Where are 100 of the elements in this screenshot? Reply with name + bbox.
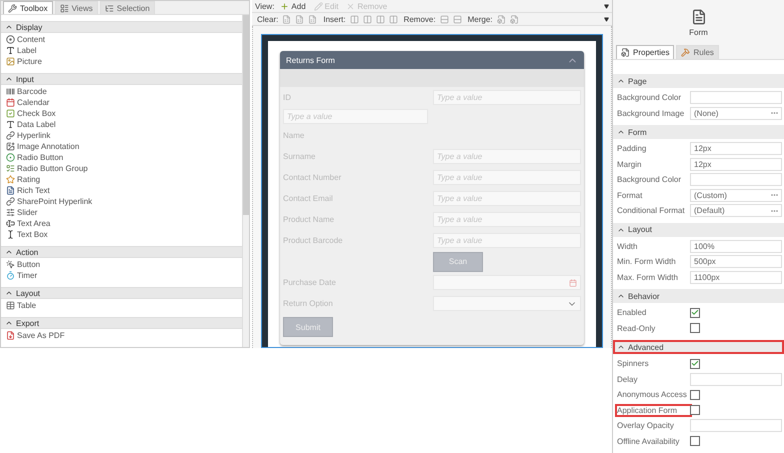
ellipsis-icon[interactable] (771, 210, 778, 212)
section-header[interactable]: Layout (613, 222, 784, 236)
dropdown-icon[interactable] (604, 16, 609, 22)
table-tool-icon[interactable] (282, 14, 292, 24)
section-header[interactable]: Action (1, 246, 242, 258)
property-label: Max. Form Width (617, 272, 679, 282)
toolbar-button[interactable]: Add (278, 2, 308, 10)
property-label: Overlay Opacity (617, 421, 675, 430)
toolbox-item[interactable]: Data Label (6, 119, 242, 130)
property-field[interactable] (690, 173, 782, 186)
toolbox-item[interactable]: Save As PDF (6, 330, 242, 341)
property-field[interactable]: 12px (690, 142, 782, 156)
panel-tab[interactable]: Rules (676, 45, 719, 59)
checkbox-icon (6, 109, 15, 118)
toolbox-item[interactable]: Label (6, 45, 242, 56)
property-label: Background Color (617, 93, 682, 102)
toolbox-item[interactable]: Timer (6, 270, 242, 281)
section-header[interactable]: Page (613, 74, 784, 88)
toolbox-item[interactable]: Image Annotation (6, 141, 242, 152)
dropdown-field[interactable] (433, 296, 581, 311)
section-title: Action (16, 248, 38, 256)
ellipsis-icon[interactable] (771, 112, 778, 114)
toolbar-label: View: (255, 2, 274, 10)
list-icon (6, 164, 15, 173)
toolbox-item[interactable]: Radio Button (6, 152, 242, 163)
section-title: Input (16, 74, 34, 84)
property-field[interactable] (690, 419, 782, 432)
toolbox-item[interactable]: Calendar (6, 97, 242, 108)
date-field[interactable] (433, 275, 581, 290)
property-field[interactable]: (Default) (690, 204, 782, 218)
property-field[interactable]: (Custom) (690, 188, 782, 202)
toolbox-item[interactable]: Rich Text (6, 185, 242, 196)
property-label: Conditional Format (617, 206, 686, 216)
property-label: Delay (617, 374, 638, 384)
chevron-icon (5, 319, 13, 327)
table-tool-icon[interactable] (362, 14, 372, 24)
section-header[interactable]: Layout (1, 287, 242, 299)
dropdown-icon[interactable] (604, 4, 609, 8)
toolbox-item[interactable]: SharePoint Hyperlink (6, 196, 242, 207)
section-header[interactable]: Input (1, 73, 242, 85)
property-field[interactable] (690, 372, 782, 386)
chevron-icon (5, 23, 13, 31)
checkbox[interactable] (690, 436, 700, 446)
section-header[interactable]: Advanced (613, 340, 784, 354)
table-tool-icon[interactable] (440, 14, 449, 24)
section-header[interactable]: Behavior (613, 289, 784, 303)
table-tool-icon[interactable] (295, 14, 304, 24)
hammer-icon (681, 48, 690, 57)
table-tool-icon[interactable] (496, 14, 506, 24)
scrollbar-thumb[interactable] (243, 15, 249, 215)
property-label: Read-Only (617, 324, 656, 333)
property-label: Background Color (617, 175, 682, 184)
property-field[interactable]: 1100px (690, 270, 782, 284)
form-icon (690, 8, 706, 24)
property-field[interactable]: 100% (690, 240, 782, 253)
property-field[interactable]: 500px (690, 255, 782, 268)
property-field[interactable]: (None) (690, 106, 782, 120)
table-tool-icon[interactable] (308, 14, 318, 24)
toolbox-item[interactable]: Button (6, 259, 242, 270)
section-title: Display (16, 22, 42, 32)
property-field[interactable] (690, 91, 782, 104)
toolbox-item[interactable]: Content (6, 34, 242, 45)
panel-tab[interactable]: Properties (616, 45, 674, 59)
calendar-icon[interactable] (569, 278, 577, 286)
toolbox-item[interactable]: Hyperlink (6, 130, 242, 141)
checkbox[interactable] (690, 358, 700, 369)
section-header[interactable]: Export (1, 317, 242, 329)
chevron-icon (5, 248, 13, 256)
checkbox[interactable] (690, 405, 700, 416)
toolbox-item[interactable]: Radio Button Group (6, 163, 242, 174)
toolbox-item[interactable]: Table (6, 300, 242, 311)
panel-tab[interactable]: Toolbox (3, 1, 53, 14)
table-tool-icon[interactable] (350, 14, 359, 24)
property-label: Enabled (617, 308, 648, 318)
toolbox-item[interactable]: Barcode (6, 86, 242, 97)
table-tool-icon[interactable] (388, 14, 398, 24)
table-tool-icon[interactable] (510, 14, 518, 24)
toolbox-item[interactable]: Picture (6, 56, 242, 67)
link-icon (6, 197, 15, 206)
table-tool-icon[interactable] (452, 14, 462, 24)
toolbox-item[interactable]: Rating (6, 174, 242, 185)
ellipsis-icon[interactable] (771, 194, 778, 196)
checkbox[interactable] (690, 308, 700, 318)
panel-tab[interactable]: Selection (100, 1, 155, 14)
chevron-icon (617, 77, 625, 85)
toolbox-item[interactable]: Text Area (6, 218, 242, 229)
panel-tab[interactable]: Views (54, 1, 98, 14)
toolbar-label: Merge: (468, 14, 492, 24)
section-header[interactable]: Form (613, 125, 784, 139)
property-field[interactable]: 12px (690, 158, 782, 171)
section-header[interactable]: Display (1, 21, 242, 33)
toolbox-item[interactable]: Slider (6, 207, 242, 218)
toolbar-label: Insert: (323, 14, 346, 24)
table-tool-icon[interactable] (376, 14, 385, 24)
chevron-icon (5, 75, 13, 83)
toolbox-item[interactable]: Check Box (6, 108, 242, 119)
chevron-icon (617, 128, 625, 136)
checkbox[interactable] (690, 390, 700, 400)
checkbox[interactable] (690, 323, 700, 334)
toolbox-item[interactable]: Text Box (6, 229, 242, 240)
